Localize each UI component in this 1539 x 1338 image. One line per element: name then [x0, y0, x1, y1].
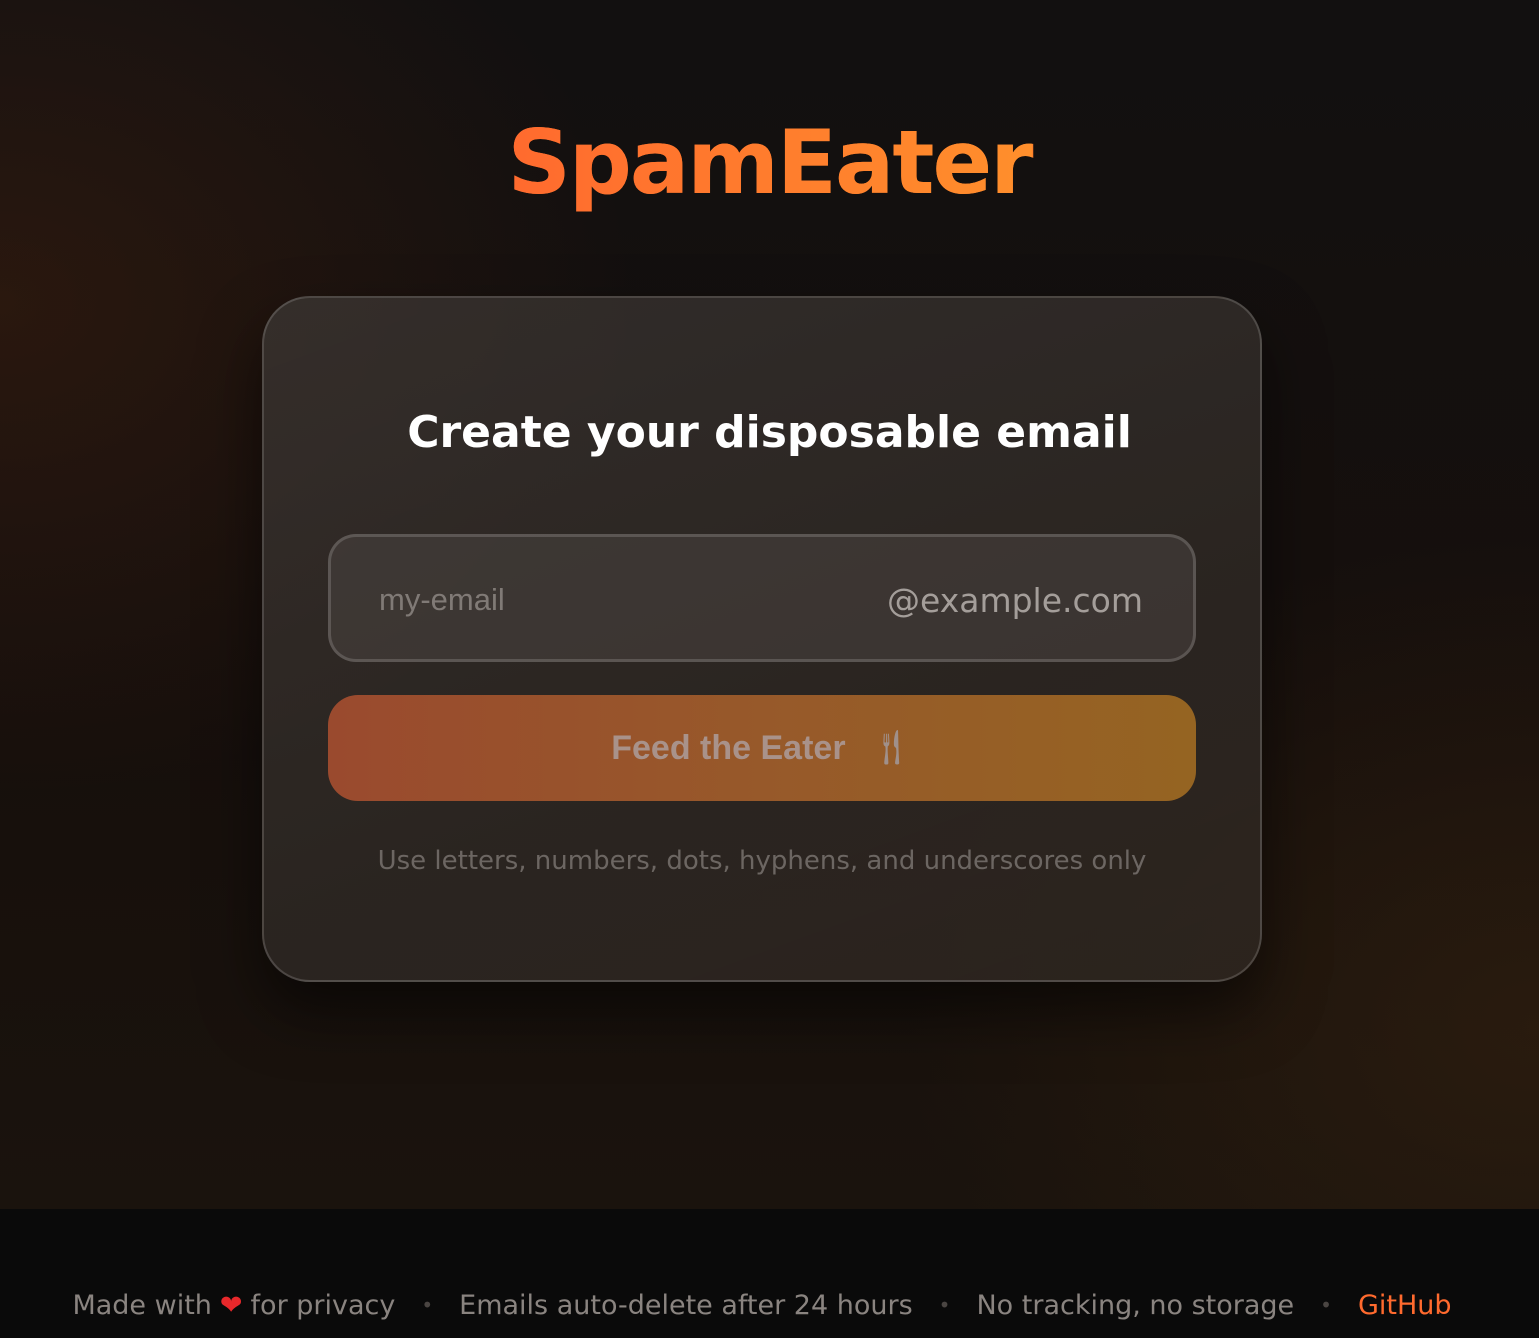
domain-suffix: @example.com [886, 581, 1143, 620]
separator: • [421, 1293, 434, 1317]
feed-the-eater-button[interactable]: Feed the Eater 🍴︎ [328, 695, 1196, 801]
heart-icon: ❤ [219, 1289, 243, 1321]
fork-knife-icon: 🍴︎ [869, 728, 913, 768]
separator: • [938, 1293, 951, 1317]
logo-text: SpamEater [507, 111, 1033, 214]
footer-row: Made with ❤ for privacy • Emails auto-de… [0, 1277, 1524, 1333]
made-with-suffix: for privacy [250, 1289, 396, 1321]
app-logo: SpamEater [0, 108, 1539, 218]
no-tracking-text: No tracking, no storage [976, 1289, 1295, 1321]
input-hint: Use letters, numbers, dots, hyphens, and… [377, 846, 1147, 876]
email-input-group[interactable]: @example.com [328, 534, 1196, 662]
made-with-prefix: Made with [72, 1289, 212, 1321]
auto-delete-text: Emails auto-delete after 24 hours [459, 1289, 913, 1321]
main-area: SpamEater Create your disposable email @… [0, 0, 1539, 1209]
github-link[interactable]: GitHub [1358, 1290, 1452, 1321]
footer: Made with ❤ for privacy • Emails auto-de… [0, 1209, 1539, 1338]
submit-label: Feed the Eater [611, 728, 846, 767]
separator: • [1320, 1293, 1332, 1317]
card-title: Create your disposable email [407, 407, 1132, 458]
email-local-part-input[interactable] [379, 573, 859, 627]
